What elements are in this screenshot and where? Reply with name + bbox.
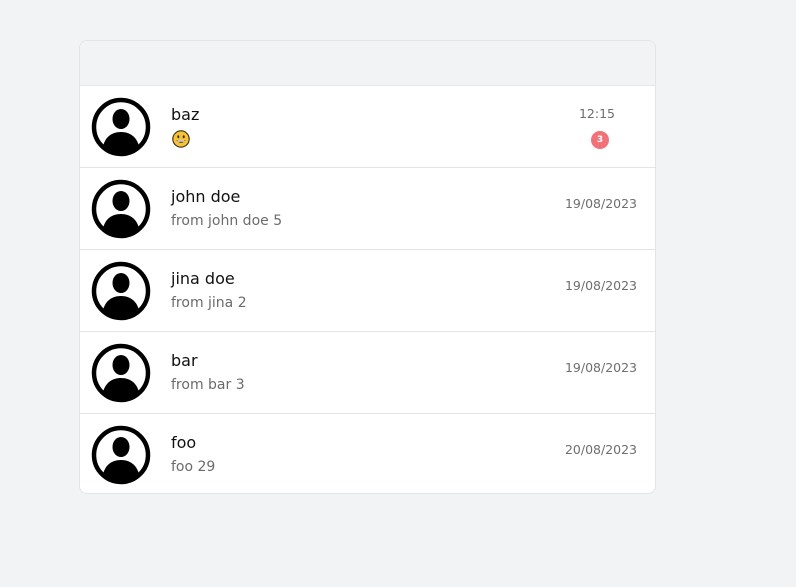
chat-item-baz[interactable]: baz 12:15 3: [80, 86, 655, 168]
user-avatar-icon: [91, 261, 151, 321]
chat-item-foo[interactable]: foo foo 29 20/08/2023: [80, 414, 655, 493]
chat-item-john-doe[interactable]: john doe from john doe 5 19/08/2023: [80, 168, 655, 250]
user-avatar-icon: [91, 343, 151, 403]
last-message-preview: foo 29: [171, 459, 216, 475]
chat-time: 19/08/2023: [564, 278, 637, 293]
chat-time: 19/08/2023: [564, 360, 637, 375]
chat-item-bar[interactable]: bar from bar 3 19/08/2023: [80, 332, 655, 414]
chat-item-jina-doe[interactable]: jina doe from jina 2 19/08/2023: [80, 250, 655, 332]
last-message-preview: from jina 2: [171, 295, 247, 311]
avatar: [91, 425, 151, 485]
chat-name: foo: [171, 433, 197, 452]
chat-name: bar: [171, 351, 198, 370]
chat-list: baz 12:15 3 john doe from john doe 5 19/…: [80, 86, 655, 493]
grinning-face-icon: [172, 130, 190, 148]
chat-time: 12:15: [578, 106, 615, 121]
last-message-preview: from john doe 5: [171, 213, 283, 229]
user-avatar-icon: [91, 97, 151, 157]
chat-list-header: [80, 41, 655, 86]
last-message-preview: from bar 3: [171, 377, 245, 393]
chat-time: 19/08/2023: [564, 196, 637, 211]
avatar: [91, 97, 151, 157]
user-avatar-icon: [91, 425, 151, 485]
chat-time: 20/08/2023: [564, 442, 637, 457]
avatar: [91, 343, 151, 403]
chat-list-card: baz 12:15 3 john doe from john doe 5 19/…: [79, 40, 656, 494]
unread-count-badge: 3: [591, 131, 609, 149]
chat-name: john doe: [171, 187, 241, 206]
avatar: [91, 179, 151, 239]
chat-name: jina doe: [171, 269, 235, 288]
avatar: [91, 261, 151, 321]
user-avatar-icon: [91, 179, 151, 239]
chat-name: baz: [171, 105, 200, 124]
